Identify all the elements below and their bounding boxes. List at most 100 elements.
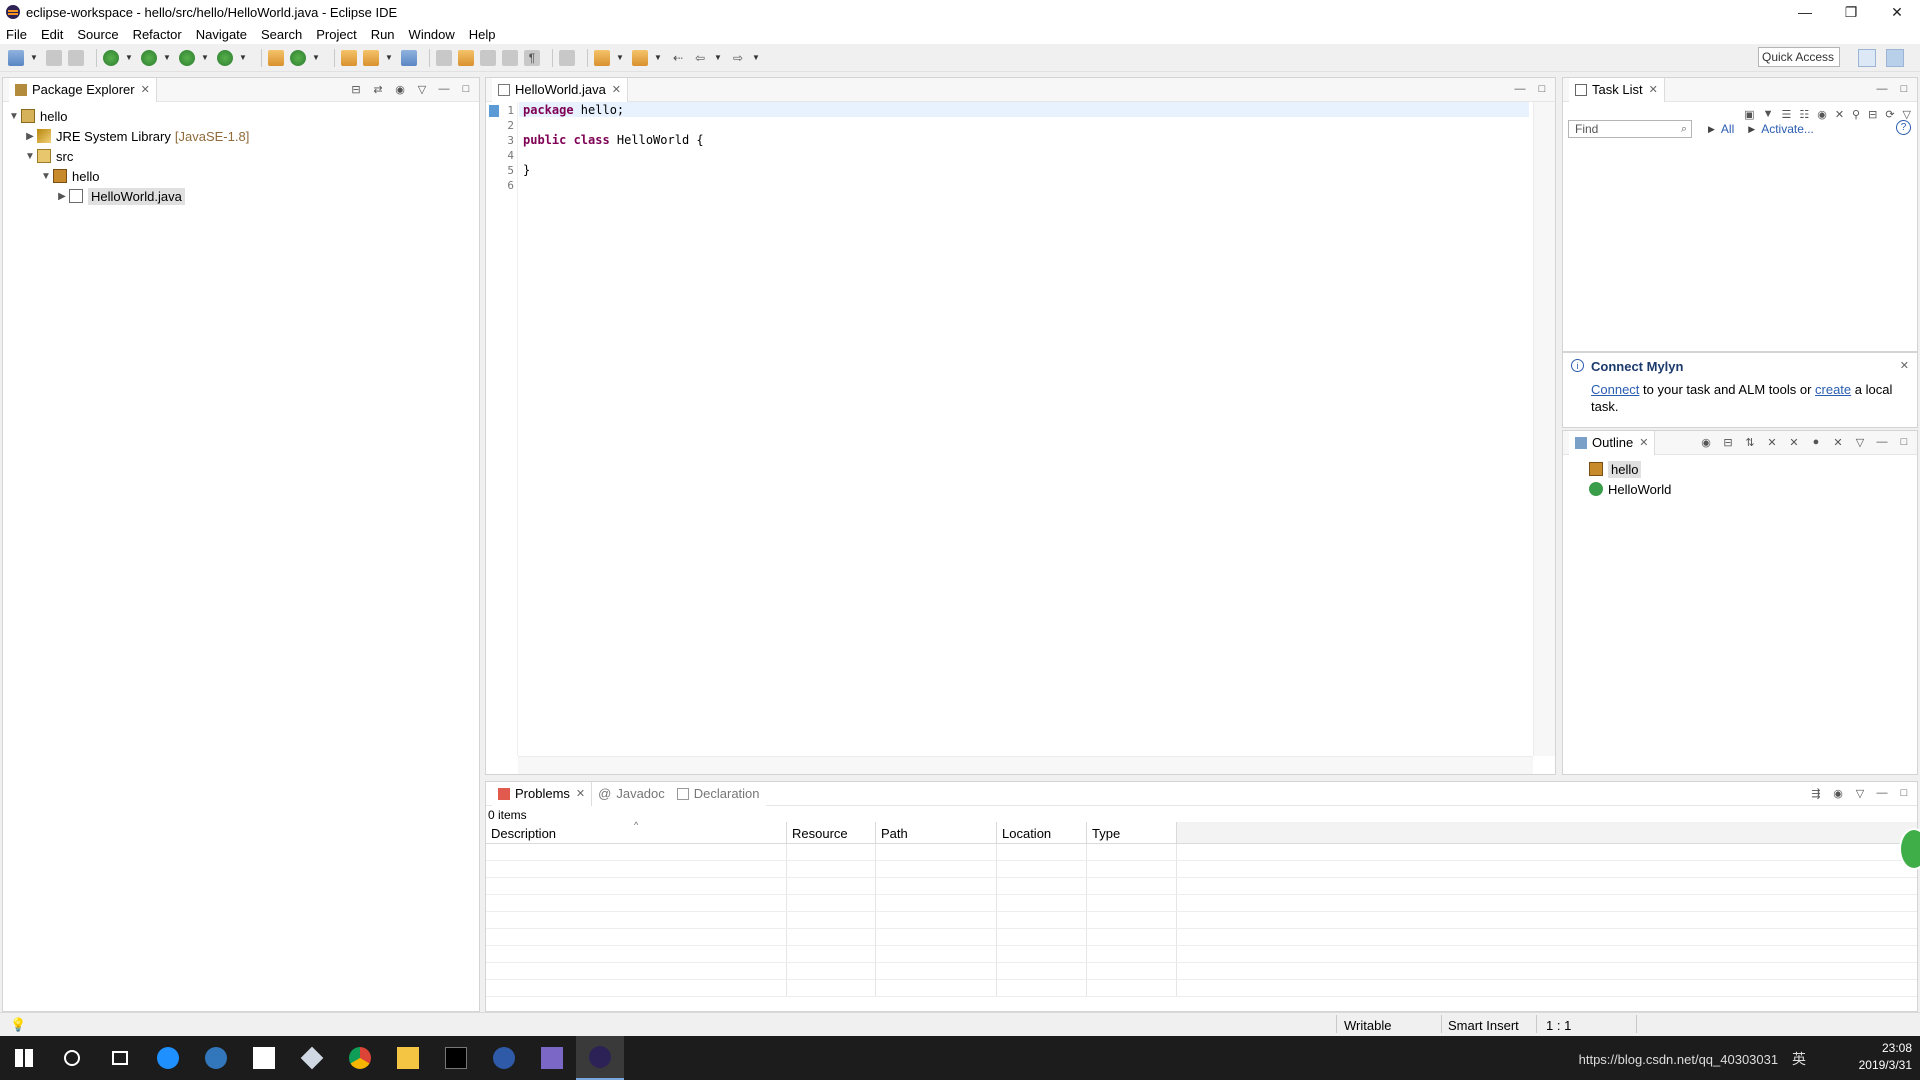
maximize-view-icon[interactable]: □ [459,82,473,96]
task-list-tab[interactable]: Task List ✕ [1569,77,1665,102]
run-dropdown-icon[interactable]: ▼ [163,50,171,66]
help-icon[interactable]: ? [1896,120,1911,135]
collapse-all-icon[interactable]: ⊟ [1721,435,1735,449]
3d-viewer-button[interactable] [288,1036,336,1080]
chevron-down-icon[interactable]: ▼ [23,151,37,162]
menu-navigate[interactable]: Navigate [196,27,247,42]
close-window-button[interactable]: ✕ [1874,0,1920,24]
app-button[interactable] [480,1036,528,1080]
all-link[interactable]: All [1721,122,1734,136]
column-path[interactable]: Path [876,822,997,843]
edge-button[interactable] [192,1036,240,1080]
minimize-view-icon[interactable]: — [1875,435,1889,449]
minimize-button[interactable]: — [1782,0,1828,24]
menu-edit[interactable]: Edit [41,27,63,42]
column-resource[interactable]: Resource [787,822,876,843]
open-task-dropdown-icon[interactable]: ▼ [385,50,393,66]
column-type[interactable]: Type [1087,822,1177,843]
new-dropdown-icon[interactable]: ▼ [30,50,38,66]
save-all-icon[interactable] [68,49,84,66]
outline-item-class[interactable]: HelloWorld [1589,479,1917,499]
close-icon[interactable]: ✕ [1649,83,1658,96]
search-icon[interactable] [401,49,417,66]
new-java-class-icon[interactable] [290,49,306,66]
code-editor[interactable]: 1 2 3 4 5 6 package hello; public class … [486,102,1555,774]
next-annotation-dropdown-icon[interactable]: ▼ [616,50,624,66]
filter-icon[interactable]: ⚲ [1852,108,1860,121]
menu-help[interactable]: Help [469,27,496,42]
tree-item-package[interactable]: ▼ hello [7,166,479,186]
close-icon[interactable]: ✕ [1639,436,1648,449]
code-line[interactable]: package hello; [523,103,624,117]
collapse-all-icon[interactable]: ⊟ [1868,108,1877,121]
configure-contents-icon[interactable]: ⇶ [1809,786,1823,800]
start-button[interactable] [0,1036,48,1080]
skip-breakpoints-icon[interactable] [559,49,575,66]
close-icon[interactable]: ✕ [612,83,621,96]
chrome-button[interactable] [336,1036,384,1080]
save-icon[interactable] [46,49,62,66]
new-task-icon[interactable]: ▣ [1744,108,1754,121]
ie-button[interactable] [144,1036,192,1080]
back-icon[interactable]: ⇦ [692,50,708,66]
editor-tab[interactable]: HelloWorld.java ✕ [492,77,629,102]
system-tray[interactable]: https://blog.csdn.net/qq_40303031 英 [1579,1049,1810,1069]
new-task-dropdown-icon[interactable]: ▼ [1763,108,1774,121]
chevron-right-icon[interactable]: ▶ [55,191,69,202]
menu-search[interactable]: Search [261,27,302,42]
tab-javadoc[interactable]: @ Javadoc [592,781,671,806]
debug-dropdown-icon[interactable]: ▼ [125,50,133,66]
visual-studio-button[interactable] [528,1036,576,1080]
connect-link[interactable]: Connect [1591,382,1639,397]
find-input[interactable]: Find ⌕ [1568,120,1692,138]
focus-on-active-task-icon[interactable]: ◉ [393,82,407,96]
menu-source[interactable]: Source [77,27,118,42]
maximize-view-icon[interactable]: □ [1897,82,1911,96]
outline-item-package[interactable]: hello [1589,459,1917,479]
new-class-dropdown-icon[interactable]: ▼ [312,50,320,66]
view-menu-icon[interactable]: ▽ [415,82,429,96]
quick-access-field[interactable]: Quick Access [1758,47,1840,67]
chevron-right-icon[interactable]: ▶ [23,131,37,142]
menu-run[interactable]: Run [371,27,395,42]
open-type-icon[interactable] [341,49,357,66]
maximize-view-icon[interactable]: □ [1897,435,1911,449]
coverage-icon[interactable] [179,49,195,66]
previous-annotation-dropdown-icon[interactable]: ▼ [654,50,662,66]
task-view-button[interactable] [96,1036,144,1080]
activate-link[interactable]: Activate... [1761,122,1814,136]
tree-item-file[interactable]: ▶ HelloWorld.java [7,186,479,206]
column-location[interactable]: Location [997,822,1087,843]
collapse-all-icon[interactable]: ⊟ [349,82,363,96]
menu-file[interactable]: File [6,27,27,42]
show-whitespace-icon[interactable]: ¶ [524,49,540,66]
menu-refactor[interactable]: Refactor [133,27,182,42]
column-description[interactable]: Description ^ [486,820,787,843]
create-link[interactable]: create [1815,382,1851,397]
search-icon[interactable]: ⌕ [1681,123,1687,136]
toggle-word-wrap-icon[interactable] [480,49,496,66]
last-edit-location-icon[interactable]: ⇠ [670,50,686,66]
toggle-block-selection-icon[interactable] [502,49,518,66]
view-menu-icon[interactable]: ▽ [1853,786,1867,800]
restore-button[interactable]: ❐ [1828,0,1874,24]
file-explorer-button[interactable] [384,1036,432,1080]
forward-icon[interactable]: ⇨ [730,50,746,66]
ime-indicator[interactable]: 英 [1792,1051,1810,1067]
close-icon[interactable]: ✕ [141,83,150,96]
horizontal-scrollbar[interactable] [518,756,1533,774]
close-icon[interactable]: ✕ [1900,359,1909,372]
focus-on-active-task-icon[interactable]: ◉ [1699,435,1713,449]
previous-annotation-icon[interactable] [632,49,648,66]
scheduled-icon[interactable]: ☷ [1799,108,1809,121]
new-icon[interactable] [8,49,24,66]
new-java-package-icon[interactable] [268,49,284,66]
menu-window[interactable]: Window [409,27,455,42]
vertical-scrollbar[interactable] [1533,102,1555,756]
view-menu-icon[interactable]: ▽ [1853,435,1867,449]
chevron-down-icon[interactable]: ▼ [7,111,21,122]
minimize-view-icon[interactable]: — [1513,82,1527,96]
minimize-view-icon[interactable]: — [437,82,451,96]
clock[interactable]: 23:08 2019/3/31 [1859,1040,1912,1074]
minimize-view-icon[interactable]: — [1875,786,1889,800]
